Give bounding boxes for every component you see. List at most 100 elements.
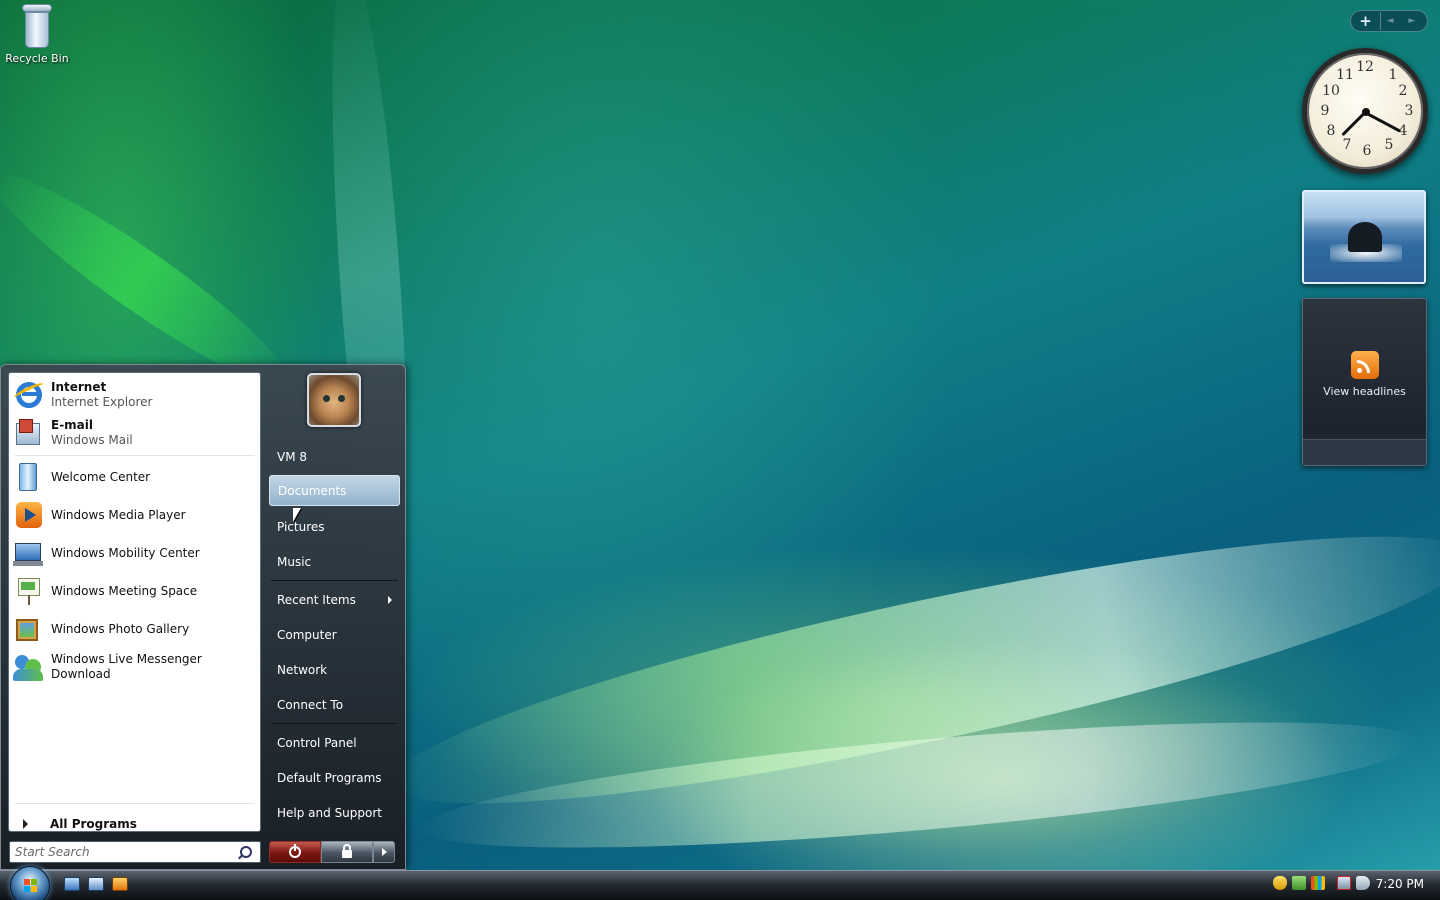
security-shield-icon[interactable] — [1273, 876, 1287, 890]
clock-number: 12 — [1356, 59, 1374, 75]
clock-number: 6 — [1362, 143, 1372, 159]
sidebar-controls: + ◄ ► — [1350, 10, 1428, 32]
network-check-icon[interactable] — [1292, 876, 1306, 890]
link-connect-to[interactable]: Connect To — [269, 689, 400, 720]
recent-program-label: Windows Mobility Center — [51, 545, 200, 560]
link-recent-items[interactable]: Recent Items — [269, 584, 400, 615]
start-search-input[interactable]: Start Search — [9, 841, 261, 863]
pinned-title: Internet — [51, 380, 107, 394]
show-desktop-icon[interactable] — [64, 877, 80, 891]
network-disconnected-icon[interactable] — [1337, 876, 1351, 890]
mouse-cursor — [293, 508, 301, 522]
link-label: Connect To — [277, 697, 344, 712]
add-gadget-button[interactable]: + — [1351, 12, 1381, 30]
recent-program[interactable]: Windows Photo Gallery — [13, 611, 258, 647]
divider — [271, 580, 398, 581]
pinned-subtitle: Internet Explorer — [51, 395, 153, 409]
user-name-label: VM 8 — [277, 449, 308, 464]
link-documents[interactable]: Documents — [269, 475, 400, 506]
link-label: Computer — [277, 627, 337, 642]
shutdown-options-button[interactable] — [373, 841, 395, 863]
divider — [271, 723, 398, 724]
divider — [15, 803, 255, 804]
pinned-subtitle: Windows Mail — [51, 433, 133, 447]
lock-icon — [342, 844, 352, 858]
desktop-icon-label: Recycle Bin — [5, 52, 69, 65]
clock-number: 5 — [1384, 137, 1394, 153]
link-label: Documents — [278, 483, 347, 498]
user-avatar[interactable] — [307, 373, 361, 427]
feed-toolbar — [1303, 439, 1426, 465]
meeting-space-icon — [13, 575, 45, 607]
recent-program-label: Windows Media Player — [51, 507, 186, 522]
messenger-icon — [13, 651, 45, 683]
internet-explorer-icon — [12, 379, 46, 411]
link-pictures[interactable]: Pictures — [269, 511, 400, 542]
link-label: Default Programs — [277, 770, 382, 785]
start-menu: Internet Internet Explorer E-mail Windows … — [0, 364, 406, 870]
clock-minute-hand — [1364, 111, 1402, 133]
rss-icon — [1350, 351, 1379, 379]
all-programs-button[interactable]: All Programs — [13, 813, 258, 835]
clock-gadget[interactable]: 12 1 2 3 4 5 6 7 8 9 10 11 — [1302, 48, 1428, 174]
clock-hour-hand — [1341, 111, 1367, 137]
link-label: Music — [277, 554, 312, 569]
link-network[interactable]: Network — [269, 654, 400, 685]
pinned-internet[interactable]: Internet Internet Explorer — [12, 377, 258, 413]
taskbar — [0, 870, 1440, 900]
power-icon — [289, 844, 301, 858]
link-help-support[interactable]: Help and Support — [269, 797, 400, 828]
start-button[interactable] — [10, 866, 50, 900]
recent-program[interactable]: Windows Live Messenger Download — [13, 649, 258, 685]
desktop-icon-recycle-bin[interactable]: Recycle Bin — [4, 4, 70, 65]
clock-number: 10 — [1322, 83, 1340, 99]
slideshow-gadget[interactable] — [1302, 190, 1426, 284]
windows-icon[interactable] — [1311, 876, 1325, 890]
chevron-right-icon — [388, 595, 392, 604]
link-label: Help and Support — [277, 805, 382, 820]
lock-button[interactable] — [321, 841, 373, 863]
pinned-email[interactable]: E-mail Windows Mail — [13, 415, 258, 451]
recent-program[interactable]: Windows Media Player — [13, 497, 258, 533]
clock-number: 2 — [1398, 83, 1408, 99]
taskbar-clock[interactable]: 7:20 PM — [1376, 877, 1424, 891]
recent-program[interactable]: Welcome Center — [13, 459, 258, 495]
programs-pane: Internet Internet Explorer E-mail Windows … — [8, 372, 261, 832]
pinned-title: E-mail — [51, 418, 94, 432]
welcome-center-icon — [13, 461, 45, 493]
link-label: Control Panel — [277, 735, 357, 750]
volume-muted-icon[interactable] — [1356, 876, 1370, 890]
clock-number: 7 — [1342, 137, 1352, 153]
recent-program-label: Windows Live Messenger Download — [51, 652, 202, 681]
windows-mail-icon — [13, 417, 45, 449]
clock-number: 11 — [1336, 67, 1354, 83]
feed-headlines-gadget[interactable]: View headlines — [1302, 298, 1427, 466]
link-computer[interactable]: Computer — [269, 619, 400, 650]
all-programs-label: All Programs — [50, 817, 137, 831]
recent-program-label: Welcome Center — [51, 469, 151, 484]
media-player-icon[interactable] — [112, 877, 128, 891]
clock-number: 8 — [1326, 123, 1336, 139]
windows-flag-icon — [24, 879, 38, 893]
link-control-panel[interactable]: Control Panel — [269, 727, 400, 758]
search-icon[interactable] — [240, 846, 252, 858]
gadget-nav-arrows[interactable]: ◄ ► — [1381, 16, 1427, 26]
clock-number: 1 — [1388, 67, 1398, 83]
search-placeholder: Start Search — [15, 845, 90, 859]
mobility-center-icon — [13, 537, 45, 569]
recent-program[interactable]: Windows Mobility Center — [13, 535, 258, 571]
link-default-programs[interactable]: Default Programs — [269, 762, 400, 793]
clock-center — [1362, 108, 1370, 116]
divider — [15, 455, 255, 456]
user-folder-link[interactable]: VM 8 — [269, 441, 400, 472]
view-headlines-link[interactable]: View headlines — [1303, 385, 1426, 398]
chevron-right-icon — [23, 819, 28, 829]
switch-windows-icon[interactable] — [88, 877, 104, 891]
recent-program-label: Windows Photo Gallery — [51, 621, 190, 636]
link-music[interactable]: Music — [269, 546, 400, 577]
recent-program[interactable]: Windows Meeting Space — [13, 573, 258, 609]
recycle-bin-icon — [20, 4, 54, 48]
clock-number: 9 — [1320, 103, 1330, 119]
link-label: Recent Items — [277, 592, 356, 607]
power-button[interactable] — [269, 841, 321, 863]
